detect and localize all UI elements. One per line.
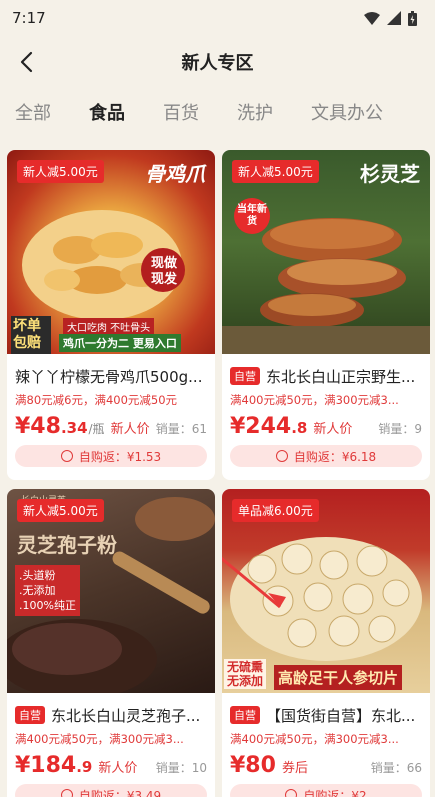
page-title: 新人专区 — [181, 53, 254, 74]
discount-badge: 新人减5.00元 — [17, 499, 104, 522]
product-image[interactable]: 杉灵芝 当年新货 新人减5.00元 — [222, 150, 430, 354]
image-caption-new: 当年新货 — [234, 198, 270, 234]
sales-count: 销量：61 — [155, 422, 207, 436]
product-card[interactable]: 杉灵芝 当年新货 新人减5.00元 自营 东北长白山正宗野生... 满400元减… — [222, 150, 430, 480]
image-caption-title: 灵芝孢子粉 — [17, 533, 117, 557]
price-decimal: .34 — [60, 419, 88, 437]
sales-count: 销量：9 — [378, 422, 422, 436]
tab-food[interactable]: 食品 — [89, 99, 125, 125]
promo-text: 满400元减50元，满300元减3... — [230, 393, 399, 407]
price-decimal: .8 — [291, 419, 308, 437]
product-title-row: 自营 东北长白山灵芝孢子... — [7, 693, 215, 727]
rebate-icon — [60, 450, 73, 462]
product-card[interactable]: 骨鸡爪 现做现发 坏单包赔 大口吃肉 不吐骨头 鸡爪一分为二 更易入口 新人减5… — [7, 150, 215, 480]
price-integer: ¥48 — [15, 414, 61, 439]
status-time: 7:17 — [12, 9, 46, 27]
feature-line: .100%纯正 — [19, 599, 76, 612]
image-caption-guarantee: 坏单包赔 — [11, 316, 51, 354]
price-integer: ¥80 — [230, 753, 276, 778]
price-integer: ¥184 — [15, 753, 77, 778]
product-title-row: 辣丫丫柠檬无骨鸡爪500g... — [7, 354, 215, 388]
self-run-tag: 自营 — [230, 706, 260, 724]
promo-text: 满80元减6元，满400元减50元 — [15, 393, 178, 407]
price-tag: 新人价 — [313, 422, 353, 437]
product-grid: 骨鸡爪 现做现发 坏单包赔 大口吃肉 不吐骨头 鸡爪一分为二 更易入口 新人减5… — [0, 140, 435, 797]
caption-line: 无添加 — [227, 674, 264, 688]
self-run-tag: 自营 — [230, 367, 260, 385]
rebate-pill[interactable]: 自购返：¥6.18 — [230, 445, 422, 467]
nav-bar: 新人专区 — [0, 36, 435, 88]
sales-count: 销量：10 — [155, 761, 207, 775]
signal-icon — [387, 11, 401, 25]
category-tabs: 全部 食品 百货 洗护 文具办公 — [0, 88, 435, 136]
feature-line: .头道粉 — [19, 569, 56, 582]
rebate-icon — [285, 789, 298, 797]
battery-icon — [408, 10, 417, 26]
price-decimal: .9 — [76, 758, 93, 776]
price-row: ¥80 券后 销量：66 — [222, 747, 430, 778]
image-caption-title: 骨鸡爪 — [145, 162, 205, 186]
product-image[interactable]: 骨鸡爪 现做现发 坏单包赔 大口吃肉 不吐骨头 鸡爪一分为二 更易入口 新人减5… — [7, 150, 215, 354]
discount-badge: 单品减6.00元 — [232, 499, 319, 522]
chevron-left-icon — [20, 51, 33, 73]
rebate-text: 自购返：¥1.53 — [78, 449, 162, 464]
product-title-row: 自营 东北长白山正宗野生... — [222, 354, 430, 388]
wifi-icon — [364, 11, 380, 25]
image-caption-features: .头道粉 .无添加 .100%纯正 — [15, 565, 80, 616]
image-caption-no-additives: 无硫熏 无添加 — [224, 659, 267, 689]
rebate-pill[interactable]: 自购返：¥3.49 — [15, 784, 207, 797]
back-button[interactable] — [8, 44, 44, 80]
rebate-text: 自购返：¥6.18 — [293, 449, 377, 464]
discount-badge: 新人减5.00元 — [232, 160, 319, 183]
promo-text: 满400元减50元，满300元减3... — [15, 732, 184, 746]
product-title-row: 自营 【国货街自营】东北... — [222, 693, 430, 727]
rebate-text: 自购返：¥2 — [303, 788, 367, 797]
promo-text: 满400元减50元，满300元减3... — [230, 732, 399, 746]
product-title[interactable]: 【国货街自营】东北... — [266, 705, 415, 726]
tab-stationery[interactable]: 文具办公 — [311, 99, 383, 125]
price-unit: /瓶 — [88, 422, 105, 436]
status-bar: 7:17 — [0, 0, 435, 36]
image-caption-slogan-2: 鸡爪一分为二 更易入口 — [59, 334, 181, 352]
rebate-text: 自购返：¥3.49 — [78, 788, 162, 797]
product-card[interactable]: 长白山灵芝 灵芝孢子粉 .头道粉 .无添加 .100%纯正 新人减5.00元 自… — [7, 489, 215, 797]
product-image[interactable]: 无硫熏 无添加 高龄足干人参切片 单品减6.00元 — [222, 489, 430, 693]
image-caption-title: 杉灵芝 — [360, 162, 420, 186]
tab-personal-care[interactable]: 洗护 — [237, 99, 273, 125]
image-caption-fresh: 现做现发 — [150, 256, 177, 287]
product-card[interactable]: 无硫熏 无添加 高龄足干人参切片 单品减6.00元 自营 【国货街自营】东北..… — [222, 489, 430, 797]
rebate-icon — [275, 450, 288, 462]
rebate-pill[interactable]: 自购返：¥1.53 — [15, 445, 207, 467]
price-row: ¥244 .8 新人价 销量：9 — [222, 408, 430, 439]
product-title[interactable]: 东北长白山正宗野生... — [266, 366, 415, 387]
caption-line: 无硫熏 — [227, 660, 264, 674]
feature-line: .无添加 — [19, 584, 56, 597]
self-run-tag: 自营 — [15, 706, 45, 724]
rebate-icon — [60, 789, 73, 797]
price-row: ¥184 .9 新人价 销量：10 — [7, 747, 215, 778]
tab-general-goods[interactable]: 百货 — [163, 99, 199, 125]
tab-all[interactable]: 全部 — [15, 99, 51, 125]
product-title[interactable]: 辣丫丫柠檬无骨鸡爪500g... — [15, 366, 202, 387]
price-tag: 券后 — [281, 761, 308, 776]
image-caption-slogan: 大口吃肉 不吐骨头 — [63, 318, 155, 335]
product-image[interactable]: 长白山灵芝 灵芝孢子粉 .头道粉 .无添加 .100%纯正 新人减5.00元 — [7, 489, 215, 693]
status-icons — [364, 10, 417, 26]
sales-count: 销量：66 — [370, 761, 422, 775]
price-tag: 新人价 — [98, 761, 138, 776]
image-caption-title: 高龄足干人参切片 — [274, 665, 403, 690]
discount-badge: 新人减5.00元 — [17, 160, 104, 183]
price-integer: ¥244 — [230, 414, 292, 439]
rebate-pill[interactable]: 自购返：¥2 — [230, 784, 422, 797]
product-title[interactable]: 东北长白山灵芝孢子... — [51, 705, 200, 726]
price-tag: 新人价 — [110, 422, 150, 437]
price-row: ¥48 .34 /瓶 新人价 销量：61 — [7, 408, 215, 439]
